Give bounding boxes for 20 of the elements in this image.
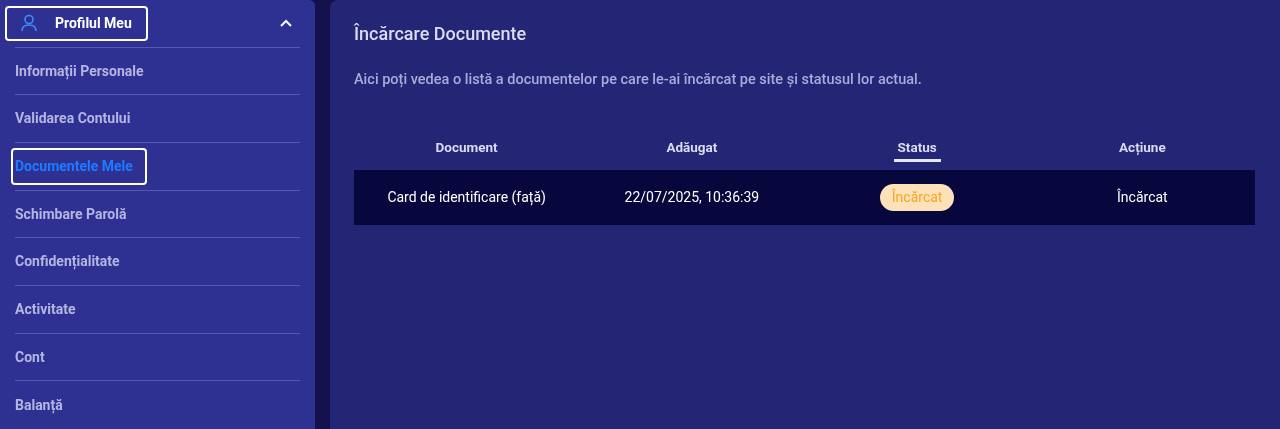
profile-menu-header[interactable]: Profilul Meu — [5, 5, 148, 41]
column-header[interactable]: Document — [431, 137, 502, 163]
sidebar-link[interactable]: Cont — [15, 346, 45, 368]
document-cell-text: Card de identificare (față) — [386, 187, 547, 208]
action-cell-text: Încărcat — [1116, 187, 1169, 207]
page-description: Aici poți vedea o listă a documentelor pe care le-ai încărcat pe site și statusul lor actual. — [354, 70, 923, 90]
user-icon — [21, 14, 37, 33]
date-cell-text: 22/07/2025, 10:36:39 — [623, 187, 761, 207]
sidebar-link[interactable]: Activitate — [15, 298, 76, 320]
column-header[interactable]: Status — [893, 137, 941, 163]
column-header[interactable]: Acțiune — [1115, 137, 1170, 163]
sidebar-link[interactable]: Confidențialitate — [15, 251, 120, 273]
status-badge: Încărcat — [879, 183, 955, 211]
column-header[interactable]: Adăugat — [662, 137, 722, 163]
sidebar-link[interactable]: Schimbare Parolă — [15, 203, 127, 225]
chevron-up-icon[interactable] — [280, 19, 292, 28]
sidebar-link[interactable]: Informații Personale — [15, 60, 144, 82]
sidebar-link[interactable]: Balanță — [15, 394, 63, 416]
sidebar-link[interactable]: Validarea Contului — [15, 108, 131, 130]
page-title: Încărcare Documente — [354, 22, 528, 46]
